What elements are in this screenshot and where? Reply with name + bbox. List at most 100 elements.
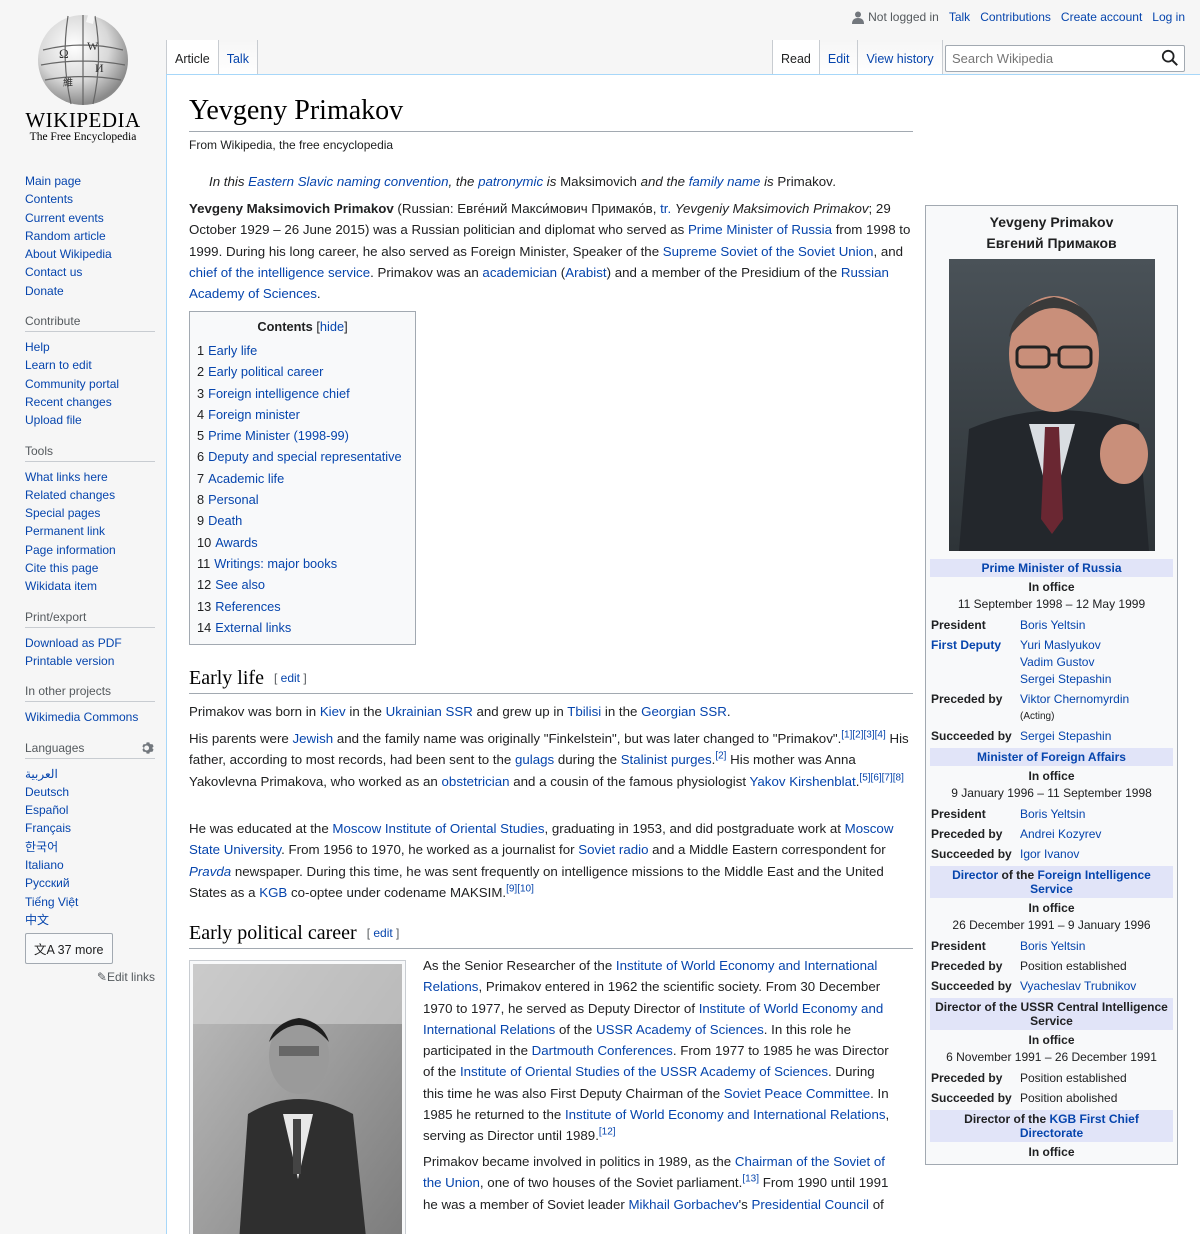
tab-article[interactable]: Article (166, 40, 219, 74)
tab-edit[interactable]: Edit (819, 40, 859, 74)
toc-link[interactable]: Awards (215, 535, 257, 550)
toc-link[interactable]: Early political career (208, 364, 323, 379)
sidebar-nav-link[interactable]: Contents (25, 192, 73, 206)
toc-item[interactable]: 1 Early life (197, 340, 408, 361)
toc-link[interactable]: Early life (208, 343, 257, 358)
toc-link[interactable]: Foreign minister (208, 407, 300, 422)
sidebar-print-link[interactable]: Printable version (25, 654, 114, 668)
sidebar-nav-link[interactable]: About Wikipedia (25, 247, 112, 261)
link-oriental-studies[interactable]: Institute of Oriental Studies of the USS… (460, 1064, 828, 1079)
link-ussr-academy[interactable]: USSR Academy of Sciences (596, 1022, 764, 1037)
sidebar-contribute-link[interactable]: Recent changes (25, 395, 112, 409)
sidebar-contribute-link[interactable]: Upload file (25, 413, 82, 427)
sidebar-nav-link[interactable]: Donate (25, 284, 64, 298)
link-yeltsin[interactable]: Boris Yeltsin (1020, 618, 1085, 632)
talk-link[interactable]: Talk (949, 10, 970, 24)
tab-read[interactable]: Read (772, 40, 820, 74)
search-icon[interactable] (1161, 49, 1179, 67)
link-maslyukov[interactable]: Yuri Maslyukov (1020, 638, 1101, 652)
link-gorbachev[interactable]: Mikhail Gorbachev (628, 1197, 738, 1212)
sidebar-nav-link[interactable]: Contact us (25, 265, 82, 279)
link-svr[interactable]: Foreign Intelligence Service (1030, 868, 1151, 896)
sidebar-project-link[interactable]: Wikimedia Commons (25, 710, 138, 724)
language-link[interactable]: 中文 (25, 913, 49, 927)
link-chernomyrdin[interactable]: Viktor Chernomyrdin (1020, 692, 1129, 706)
link-director[interactable]: Director (952, 868, 998, 882)
link-transliteration[interactable]: tr. (660, 201, 671, 216)
gear-icon[interactable] (141, 741, 155, 755)
toc-hide-link[interactable]: hide (320, 319, 344, 334)
link-obstetrician[interactable]: obstetrician (442, 774, 510, 789)
link-ivanov[interactable]: Igor Ivanov (1020, 847, 1079, 861)
toc-item[interactable]: 13 References (197, 596, 408, 617)
tab-view-history[interactable]: View history (858, 40, 943, 74)
toc-item[interactable]: 2 Early political career (197, 361, 408, 382)
sidebar-nav-link[interactable]: Current events (25, 211, 104, 225)
link-first-deputy[interactable]: First Deputy (931, 638, 1001, 652)
sidebar-contribute-link[interactable]: Help (25, 340, 50, 354)
sidebar-tools-link[interactable]: Special pages (25, 506, 100, 520)
link-imemo[interactable]: Institute of World Economy and Internati… (565, 1107, 886, 1122)
link-kozyrev[interactable]: Andrei Kozyrev (1020, 827, 1101, 841)
sidebar-contribute-link[interactable]: Community portal (25, 377, 119, 391)
sidebar-tools-link[interactable]: What links here (25, 470, 108, 484)
link-kgb[interactable]: KGB (259, 885, 287, 900)
hatnote-link-naming[interactable]: Eastern Slavic naming convention (248, 174, 448, 189)
reference-link[interactable]: [1][2][3][4] (841, 730, 885, 741)
link-yeltsin[interactable]: Boris Yeltsin (1020, 939, 1085, 953)
language-link[interactable]: Deutsch (25, 785, 69, 799)
toc-link[interactable]: Writings: major books (214, 556, 337, 571)
sidebar-tools-link[interactable]: Cite this page (25, 561, 98, 575)
link-gulags[interactable]: gulags (515, 752, 554, 767)
hatnote-link-family-name[interactable]: family name (689, 174, 761, 189)
toc-link[interactable]: External links (215, 620, 291, 635)
link-dartmouth[interactable]: Dartmouth Conferences (532, 1043, 673, 1058)
link-peace-committee[interactable]: Soviet Peace Committee (724, 1086, 870, 1101)
link-stepashin[interactable]: Sergei Stepashin (1020, 729, 1111, 743)
link-intelligence-chief[interactable]: chief of the intelligence service (189, 265, 370, 280)
reference-link[interactable]: [5][6][7][8] (859, 772, 903, 783)
edit-links[interactable]: ✎Edit links (25, 970, 155, 984)
create-account-link[interactable]: Create account (1061, 10, 1142, 24)
thumbnail-photo[interactable] (189, 960, 406, 1234)
link-mfa[interactable]: Minister of Foreign Affairs (977, 750, 1126, 764)
hatnote-link-patronymic[interactable]: patronymic (478, 174, 543, 189)
search-input[interactable] (945, 45, 1185, 72)
link-stalinist-purges[interactable]: Stalinist purges (621, 752, 712, 767)
more-languages-button[interactable]: 文A 37 more (25, 933, 113, 965)
sidebar-nav-link[interactable]: Random article (25, 229, 106, 243)
toc-link[interactable]: Death (208, 513, 242, 528)
login-link[interactable]: Log in (1152, 10, 1185, 24)
language-link[interactable]: Italiano (25, 858, 64, 872)
language-link[interactable]: Tiếng Việt (25, 895, 78, 909)
wikipedia-logo[interactable]: Ω W И 維 WIKIPEDIA The Free Encyclopedia (0, 0, 166, 160)
link-soviet-radio[interactable]: Soviet radio (578, 842, 648, 857)
link-trubnikov[interactable]: Vyacheslav Trubnikov (1020, 979, 1136, 993)
link-pm-russia[interactable]: Prime Minister of Russia (981, 561, 1121, 575)
tab-talk[interactable]: Talk (218, 40, 258, 74)
sidebar-tools-link[interactable]: Wikidata item (25, 579, 97, 593)
toc-item[interactable]: 9 Death (197, 510, 408, 531)
reference-link[interactable]: [12] (599, 1127, 616, 1138)
language-link[interactable]: 한국어 (25, 840, 58, 854)
link-academician[interactable]: academician (482, 265, 557, 280)
sidebar-print-link[interactable]: Download as PDF (25, 636, 122, 650)
edit-section-link[interactable]: edit (281, 671, 300, 685)
link-ukrainian-ssr[interactable]: Ukrainian SSR (386, 704, 473, 719)
link-gustov[interactable]: Vadim Gustov (1020, 655, 1094, 669)
link-supreme-soviet[interactable]: Supreme Soviet of the Soviet Union (663, 244, 874, 259)
link-pm-russia[interactable]: Prime Minister of Russia (688, 222, 832, 237)
toc-item[interactable]: 12 See also (197, 574, 408, 595)
link-presidential-council[interactable]: Presidential Council (751, 1197, 869, 1212)
toc-item[interactable]: 6 Deputy and special representative (197, 446, 408, 467)
sidebar-nav-link[interactable]: Main page (25, 174, 81, 188)
toc-link[interactable]: Academic life (208, 471, 284, 486)
link-stepashin[interactable]: Sergei Stepashin (1020, 672, 1111, 686)
link-pravda[interactable]: Pravda (189, 864, 231, 879)
toc-link[interactable]: Personal (208, 492, 259, 507)
toc-item[interactable]: 14 External links (197, 617, 408, 638)
sidebar-tools-link[interactable]: Related changes (25, 488, 115, 502)
link-kiev[interactable]: Kiev (320, 704, 346, 719)
toc-item[interactable]: 11 Writings: major books (197, 553, 408, 574)
toc-link[interactable]: Foreign intelligence chief (208, 386, 350, 401)
